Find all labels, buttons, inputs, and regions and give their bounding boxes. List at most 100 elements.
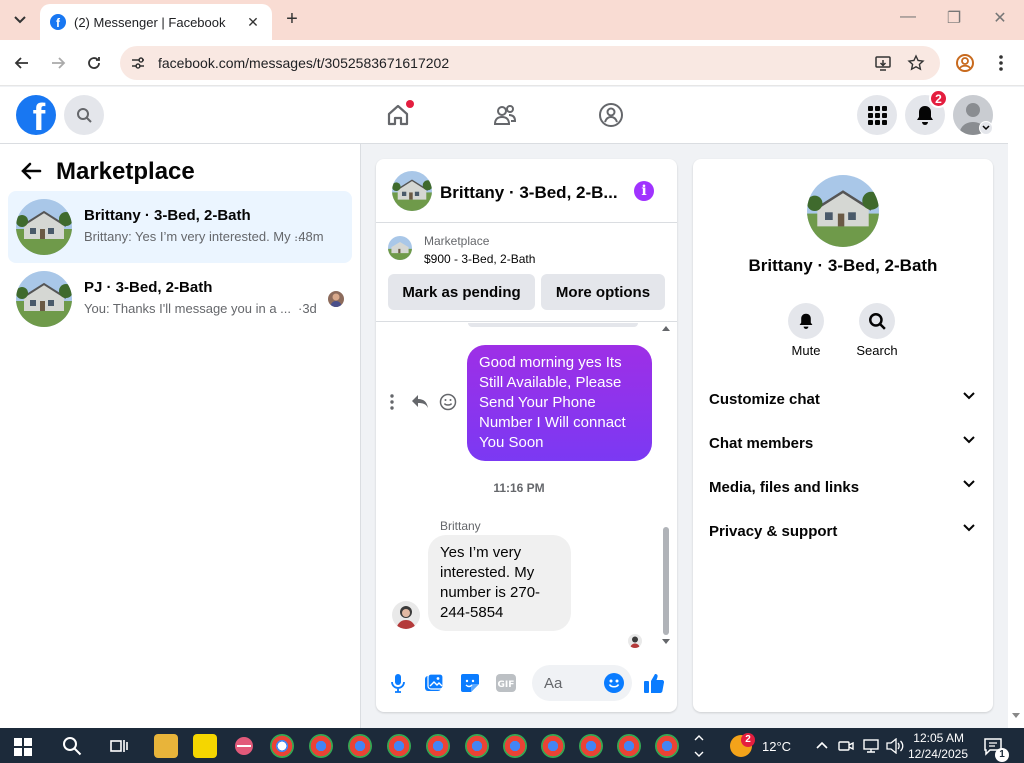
search-button[interactable] [64,95,104,135]
search-action[interactable]: Search [847,303,907,358]
listing-thumbnail[interactable] [392,171,432,211]
task-view-icon[interactable] [110,737,128,755]
chat-list-item[interactable]: Brittany · 3-Bed, 2-Bath Brittany: Yes I… [8,191,352,263]
taskbar-search-icon[interactable] [62,736,82,756]
windows-start-icon[interactable] [14,738,32,756]
section-label: Chat members [709,435,814,452]
mark-as-pending-button[interactable]: Mark as pending [388,274,535,310]
browser-tab[interactable]: f (2) Messenger | Facebook ✕ [40,4,272,40]
media-files-links-section[interactable]: Media, files and links [701,466,985,510]
section-label: Privacy & support [709,523,838,540]
back-arrow-icon[interactable] [20,160,42,182]
react-emoji-icon[interactable] [438,392,458,412]
chevron-down-icon [963,480,975,488]
minimize-button[interactable]: — [885,8,931,26]
info-icon[interactable]: i [634,181,654,201]
facebook-favicon-icon: f [50,14,66,30]
friends-nav-button[interactable] [491,101,519,129]
install-app-icon[interactable] [874,54,892,72]
chat-list-item[interactable]: PJ · 3-Bed, 2-Bath You: Thanks I'll mess… [8,263,352,335]
page-scrollbar[interactable] [1008,87,1024,728]
chat-members-section[interactable]: Chat members [701,422,985,466]
sticker-icon[interactable] [458,671,482,695]
chrome-app-icon[interactable] [617,734,641,758]
message-input[interactable] [544,665,604,701]
chrome-app-icon[interactable] [309,734,333,758]
clock-time[interactable]: 12:05 AM [912,731,964,745]
volume-icon[interactable] [886,738,904,754]
listing-price-title[interactable]: $900 - 3-Bed, 2-Bath [424,252,535,266]
chrome-app-icon[interactable] [270,734,294,758]
reload-icon [88,57,100,69]
like-thumb-icon[interactable] [642,671,666,695]
chat-name: Brittany · 3-Bed, 2-Bath [84,207,251,224]
profile-icon[interactable] [955,53,975,73]
chat-name: PJ · 3-Bed, 2-Bath [84,279,213,296]
network-icon[interactable] [862,738,880,754]
chrome-app-icon[interactable] [579,734,603,758]
reply-icon[interactable] [410,392,430,412]
customize-chat-section[interactable]: Customize chat [701,378,985,422]
tab-search-button[interactable] [6,7,34,33]
arrow-right-icon [52,57,66,69]
grid-menu-icon [868,106,887,125]
account-menu-chevron[interactable] [979,121,993,135]
previous-message-edge [468,323,638,327]
clock-date[interactable]: 12/24/2025 [906,747,968,761]
meet-now-icon[interactable] [838,738,854,754]
site-settings-icon[interactable] [130,55,146,71]
close-window-button[interactable]: ✕ [977,8,1023,28]
back-button[interactable] [10,51,34,75]
chat-time: ·3d [298,301,317,316]
browser-toolbar: facebook.com/messages/t/3052583671617202 [0,40,1024,86]
chat-preview: Brittany: Yes I’m very interested. My ..… [84,229,306,244]
chevron-down-icon [963,436,975,444]
weather-temperature[interactable]: 12°C [762,739,791,754]
incoming-message-bubble[interactable]: Yes I’m very interested. My number is 27… [428,535,571,631]
chrome-app-icon[interactable] [541,734,565,758]
forward-button[interactable] [46,51,70,75]
new-tab-button[interactable]: + [280,8,304,32]
outgoing-message-bubble[interactable]: Good morning yes Its Still Available, Pl… [467,345,652,461]
more-actions-icon[interactable] [382,392,402,412]
more-options-button[interactable]: More options [541,274,665,310]
scroll-down-arrow-icon[interactable] [662,639,670,645]
groups-nav-button[interactable] [597,101,625,129]
snipping-tool-icon[interactable] [232,734,256,758]
address-bar[interactable]: facebook.com/messages/t/3052583671617202 [120,46,940,80]
emoji-icon[interactable] [604,673,624,693]
conversation-info-panel: Brittany · 3-Bed, 2-Bath Mute Search Cus… [693,159,993,712]
search-icon [869,313,886,330]
chrome-app-icon[interactable] [387,734,411,758]
gif-icon[interactable]: GIF [494,671,518,695]
file-explorer-icon[interactable] [154,734,178,758]
restore-button[interactable]: ❐ [931,8,977,28]
url-text[interactable]: facebook.com/messages/t/3052583671617202 [158,55,449,71]
reload-button[interactable] [82,51,106,75]
chrome-app-icon[interactable] [426,734,450,758]
conversation-title[interactable]: Brittany · 3-Bed, 2-B... [440,183,618,203]
close-tab-icon[interactable]: ✕ [244,14,262,31]
chevron-up-icon[interactable] [816,741,828,749]
chrome-app-icon[interactable] [655,734,679,758]
conversation-panel: Brittany · 3-Bed, 2-B... i Marketplace $… [376,159,677,712]
photo-attach-icon[interactable] [422,671,446,695]
scroll-up-arrow-icon[interactable] [662,325,670,331]
search-icon [77,108,92,123]
chrome-app-icon[interactable] [348,734,372,758]
facebook-logo[interactable]: f [16,95,56,135]
voice-clip-icon[interactable] [386,671,410,695]
conversation-scrollbar[interactable] [663,527,669,635]
sender-avatar[interactable] [392,601,420,629]
listing-photo[interactable] [807,175,879,247]
taskbar-overflow-icon[interactable] [694,732,704,760]
sticky-notes-icon[interactable] [193,734,217,758]
chrome-app-icon[interactable] [503,734,527,758]
chrome-app-icon[interactable] [465,734,489,758]
menu-button[interactable] [857,95,897,135]
browser-menu-icon[interactable] [998,54,1004,72]
mute-action[interactable]: Mute [776,303,836,358]
facebook-header: f 2 [0,87,1008,144]
privacy-support-section[interactable]: Privacy & support [701,510,985,554]
bookmark-star-icon[interactable] [907,54,925,72]
